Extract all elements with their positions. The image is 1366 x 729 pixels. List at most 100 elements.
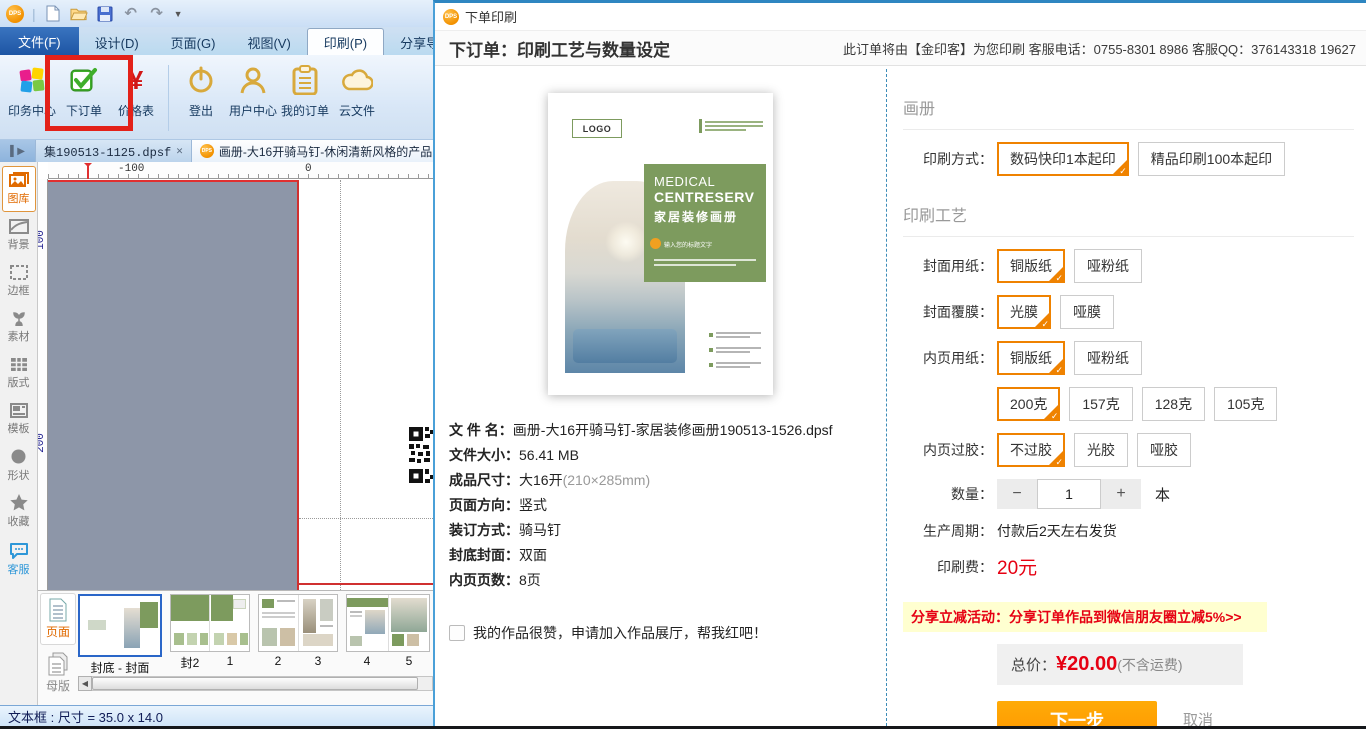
save-icon[interactable] xyxy=(96,5,114,23)
user-center-button[interactable]: 用户中心 xyxy=(227,63,279,119)
inner-paper-row: 内页用纸： 铜版纸 哑粉纸 xyxy=(903,341,1366,376)
quantity-minus-button[interactable]: − xyxy=(997,479,1037,509)
option-157g[interactable]: 157克 xyxy=(1069,387,1133,421)
quantity-unit: 本 xyxy=(1155,486,1171,504)
option-digital-print[interactable]: 数码快印1本起印 xyxy=(997,142,1129,177)
option-200g[interactable]: 200克 xyxy=(997,387,1061,422)
open-folder-icon[interactable] xyxy=(69,5,88,23)
file-info-row: 文件大小： 56.41 MB xyxy=(449,447,579,463)
next-step-button[interactable]: 下一步 xyxy=(997,701,1157,726)
user-icon xyxy=(239,63,267,97)
cloud-files-button[interactable]: 云文件 xyxy=(331,63,383,119)
pages-panel: 页面 母版 封底 - 封面 封2 1 2 3 4 5 ◀ xyxy=(38,590,433,705)
sidebar-item-customer-service[interactable]: 客服 xyxy=(2,536,36,582)
quantity-plus-button[interactable]: + xyxy=(1101,479,1141,509)
menu-tab-page[interactable]: 页面(G) xyxy=(155,29,232,55)
price-list-button[interactable]: ¥ 价格表 xyxy=(110,63,162,119)
option-matte-lamination[interactable]: 哑胶 xyxy=(1137,433,1191,467)
option-105g[interactable]: 105克 xyxy=(1214,387,1278,421)
design-canvas[interactable]: -100 0 100 200 xyxy=(38,162,433,590)
cover-preview: LOGO MEDICAL CENTRESERV 家居装修画册 输入您的标题文字 xyxy=(548,93,773,395)
thumbnail-spread-3[interactable]: 2 3 xyxy=(258,594,338,668)
doc-tab-1-label: 集190513-1125.dpsf xyxy=(44,145,172,160)
sidebar-item-gallery[interactable]: 图库 xyxy=(1,166,36,212)
scrollbar-thumb[interactable] xyxy=(92,677,419,690)
cover-paper-row: 封面用纸： 铜版纸 哑粉纸 xyxy=(903,249,1366,284)
showcase-opt-in[interactable]: 我的作品很赞，申请加入作品展厅，帮我红吧！ xyxy=(449,623,767,643)
logout-button[interactable]: 登出 xyxy=(175,63,227,119)
option-matte-film[interactable]: 哑膜 xyxy=(1060,295,1114,329)
total-label: 总价： xyxy=(1011,657,1057,674)
divider xyxy=(903,129,1354,130)
thumbnail-spread-2[interactable]: 封2 1 xyxy=(170,594,250,671)
place-order-button[interactable]: 下订单 xyxy=(58,63,110,119)
thumbnail-scrollbar[interactable]: ◀ xyxy=(78,676,433,691)
product-category-heading: 画册 xyxy=(903,101,936,118)
menu-tab-view[interactable]: 视图(V) xyxy=(231,29,306,55)
showcase-checkbox[interactable] xyxy=(449,625,465,641)
thumbnail-caption: 封底 - 封面 xyxy=(90,661,150,675)
dialog-header: 下订单：印刷工艺与数量设定 此订单将由【金印客】为您印刷 客服电话：0755-8… xyxy=(435,30,1366,66)
sidebar-label: 客服 xyxy=(7,563,30,576)
flower-icon xyxy=(12,312,25,326)
sidebar-item-layout[interactable]: 版式 xyxy=(2,350,36,396)
print-center-button[interactable]: 印务中心 xyxy=(6,63,58,119)
thumbnail-spread-4[interactable]: 4 5 xyxy=(346,594,430,668)
page-edge-guide xyxy=(297,180,299,590)
option-coated-paper[interactable]: 铜版纸 xyxy=(997,249,1065,284)
doc-tab-2[interactable]: DPS 画册-大16开骑马钉-休闲清新风格的产品画 xyxy=(191,140,433,162)
menu-tab-print[interactable]: 印刷(P) xyxy=(306,28,385,55)
sidebar-item-shape[interactable]: 形状 xyxy=(2,442,36,488)
logout-power-icon xyxy=(187,63,215,97)
ruler-marker xyxy=(84,163,92,179)
option-inner-matte[interactable]: 哑粉纸 xyxy=(1074,341,1142,375)
file-info-row: 装订方式： 骑马钉 xyxy=(449,522,561,538)
toolbar-options-icon[interactable]: ▼ xyxy=(174,9,183,19)
option-gloss-film[interactable]: 光膜 xyxy=(997,295,1051,330)
option-matte-paper[interactable]: 哑粉纸 xyxy=(1074,249,1142,283)
pasteboard[interactable] xyxy=(48,180,298,590)
menu-tab-file[interactable]: 文件(F) xyxy=(0,27,79,55)
my-orders-button[interactable]: 我的订单 xyxy=(279,63,331,119)
quantity-input[interactable] xyxy=(1037,479,1101,509)
sidebar-item-template[interactable]: 模板 xyxy=(2,396,36,442)
thumbnail-caption: 2 xyxy=(274,654,282,668)
file-info-list: 文 件 名： 画册-大16开骑马钉-家居装修画册190513-1526.dpsf … xyxy=(449,421,886,589)
cancel-button[interactable]: 取消 xyxy=(1183,709,1213,726)
sidebar-label: 模板 xyxy=(7,422,30,435)
option-no-lamination[interactable]: 不过胶 xyxy=(997,433,1065,468)
sidebar-item-material[interactable]: 素材 xyxy=(2,304,36,350)
menu-tab-design[interactable]: 设计(D) xyxy=(79,29,155,55)
close-tab-icon[interactable]: ✕ xyxy=(176,144,183,158)
expand-panel-icon[interactable]: ▌▶ xyxy=(0,140,36,162)
scroll-left-icon[interactable]: ◀ xyxy=(78,676,92,691)
pages-mode-button[interactable]: 页面 xyxy=(40,593,76,645)
option-premium-print[interactable]: 精品印刷100本起印 xyxy=(1137,142,1286,176)
quantity-stepper: − + xyxy=(997,479,1141,509)
option-label: 封面用纸： xyxy=(923,258,993,274)
sidebar-item-background[interactable]: 背景 xyxy=(2,212,36,258)
doc-tab-2-label: 画册-大16开骑马钉-休闲清新风格的产品画 xyxy=(218,144,433,159)
sidebar-item-favorites[interactable]: 收藏 xyxy=(2,488,36,534)
doc-tab-1[interactable]: 集190513-1125.dpsf ✕ xyxy=(36,140,192,162)
option-128g[interactable]: 128克 xyxy=(1141,387,1206,421)
option-gloss-lamination[interactable]: 光胶 xyxy=(1074,433,1128,467)
thumbnail-caption: 封2 xyxy=(180,656,200,670)
new-document-icon[interactable] xyxy=(44,5,62,23)
redo-icon[interactable]: ↷ xyxy=(148,5,166,23)
option-inner-coated[interactable]: 铜版纸 xyxy=(997,341,1065,376)
share-promo-banner[interactable]: 分享立减活动：分享订单作品到微信朋友圈立减5%>> xyxy=(903,602,1267,632)
cloud-files-label: 云文件 xyxy=(338,104,375,118)
undo-icon[interactable]: ↶ xyxy=(122,5,140,23)
master-mode-button[interactable]: 母版 xyxy=(40,647,76,699)
vertical-guide xyxy=(340,180,341,590)
dps-file-icon: DPS xyxy=(199,144,214,158)
chat-bubble-icon xyxy=(9,542,28,559)
dialog-titlebar[interactable]: DPS 下单印刷 xyxy=(435,3,1366,30)
divider: | xyxy=(32,5,36,22)
scrollbar-track[interactable] xyxy=(92,676,433,691)
ruler-label: 100 xyxy=(38,230,47,250)
thumbnail-cover-spread[interactable]: 封底 - 封面 xyxy=(78,594,162,676)
document-tab-bar: ▌▶ 集190513-1125.dpsf ✕ DPS 画册-大16开骑马钉-休闲… xyxy=(0,140,433,162)
sidebar-item-border[interactable]: 边框 xyxy=(2,258,36,304)
